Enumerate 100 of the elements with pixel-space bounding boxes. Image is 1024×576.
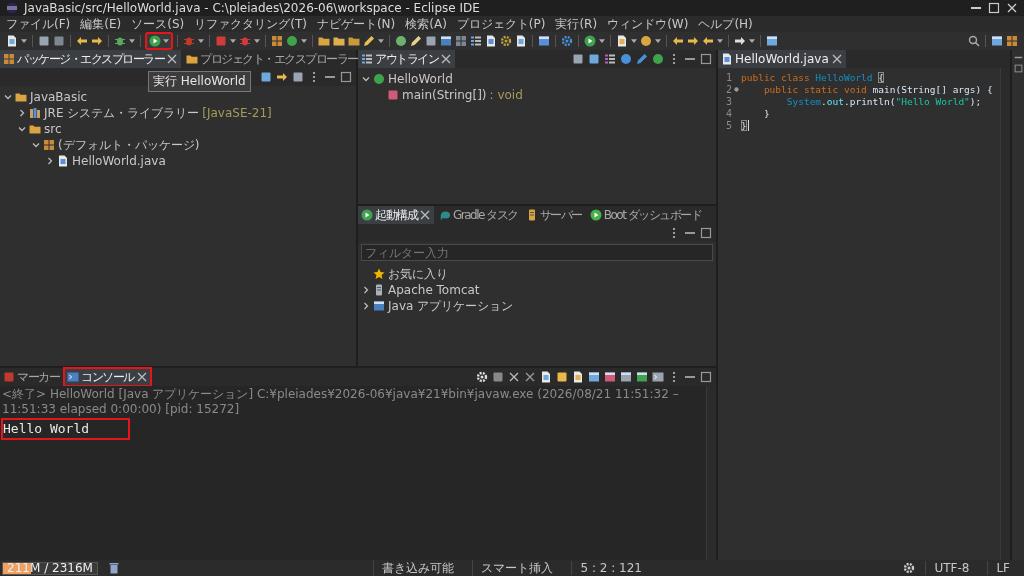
chevron-icon[interactable] — [362, 286, 370, 294]
maximize-icon[interactable] — [700, 371, 712, 383]
gear-icon[interactable] — [903, 562, 916, 574]
menu-item[interactable]: 検索(A) — [405, 15, 447, 33]
stop-icon[interactable] — [492, 371, 504, 383]
sort-icon[interactable] — [604, 53, 616, 65]
redo-arrow-icon[interactable] — [91, 35, 103, 47]
maximize-icon[interactable] — [340, 71, 352, 83]
undo-arrow-icon[interactable] — [76, 35, 88, 47]
dot-icon[interactable] — [652, 53, 664, 65]
menu-item[interactable]: 実行(R) — [555, 15, 598, 33]
caret-icon[interactable] — [378, 39, 384, 43]
gear-icon[interactable] — [561, 35, 573, 47]
forward-arrow-icon[interactable] — [734, 35, 746, 47]
tree-item[interactable]: JRE システム・ライブラリー — [44, 104, 200, 122]
tab[interactable]: アウトライン — [358, 50, 455, 68]
caret-icon[interactable] — [198, 39, 204, 43]
folder-icon[interactable] — [318, 35, 330, 47]
menu-item[interactable]: ウィンドウ(W) — [607, 15, 689, 33]
gear-icon[interactable] — [500, 35, 512, 47]
bug-icon[interactable] — [183, 35, 195, 47]
window-icon[interactable] — [766, 35, 778, 47]
tree-item[interactable]: src — [44, 122, 62, 136]
pencil-icon[interactable] — [410, 35, 422, 47]
back-arrow-icon[interactable] — [672, 35, 684, 47]
close-icon[interactable] — [166, 53, 178, 65]
caret-icon[interactable] — [749, 39, 755, 43]
caret-icon[interactable] — [599, 39, 605, 43]
menu-item[interactable]: ナビゲート(N) — [316, 15, 396, 33]
bug-icon[interactable] — [114, 35, 126, 47]
window-icon[interactable] — [538, 35, 550, 47]
tree-item[interactable]: JavaBasic — [30, 90, 88, 104]
file-icon[interactable] — [540, 371, 552, 383]
maximize-icon[interactable] — [700, 53, 712, 65]
perspective-icon[interactable] — [991, 35, 1003, 47]
tab[interactable]: Boot ダッシュボード — [586, 206, 705, 224]
chevron-icon[interactable] — [18, 125, 26, 133]
folder-icon[interactable] — [333, 35, 345, 47]
tree-item[interactable]: お気に入り — [388, 265, 448, 283]
class-icon[interactable] — [286, 35, 298, 47]
pencil-icon[interactable] — [363, 35, 375, 47]
back-arrow-icon[interactable] — [702, 35, 714, 47]
new-console-icon[interactable] — [636, 371, 648, 383]
menu-item[interactable]: ソース(S) — [131, 15, 185, 33]
tab[interactable]: Gradle タスク — [436, 206, 521, 224]
caret-icon[interactable] — [655, 39, 661, 43]
chevron-icon[interactable] — [18, 109, 26, 117]
stop-icon[interactable] — [215, 35, 227, 47]
tree-item[interactable]: HelloWorld.java — [72, 154, 166, 168]
menu-item[interactable]: ファイル(F) — [6, 15, 71, 33]
close-icon[interactable] — [419, 209, 431, 221]
package-icon[interactable] — [271, 35, 283, 47]
grid-icon[interactable] — [455, 35, 467, 47]
tab[interactable]: マーカー — [0, 368, 62, 386]
scrollbar[interactable] — [706, 386, 716, 560]
maximize-icon[interactable] — [988, 2, 1000, 14]
console-icon[interactable] — [652, 371, 664, 383]
caret-icon[interactable] — [129, 39, 135, 43]
tree-item[interactable]: (デフォルト・パッケージ) — [58, 136, 200, 154]
new-file-icon[interactable] — [6, 35, 18, 47]
chevron-icon[interactable] — [362, 75, 370, 83]
remove-all-icon[interactable] — [524, 371, 536, 383]
tab[interactable]: コンソール — [64, 368, 151, 386]
file-icon[interactable] — [485, 35, 497, 47]
play-icon[interactable] — [584, 35, 596, 47]
caret-icon[interactable] — [230, 39, 236, 43]
menu-item[interactable]: 編集(E) — [80, 15, 122, 33]
chevron-icon[interactable] — [32, 141, 40, 149]
run-button[interactable] — [146, 33, 172, 49]
tab[interactable]: プロジェクト・エクスプローラー — [183, 50, 361, 68]
caret-icon[interactable] — [254, 39, 260, 43]
file-icon[interactable] — [616, 35, 628, 47]
tree-item[interactable]: HelloWorld — [388, 72, 453, 86]
display-icon[interactable] — [620, 371, 632, 383]
search-icon[interactable] — [968, 35, 980, 47]
filter-field[interactable]: フィルター入力 — [361, 244, 713, 261]
caret-icon[interactable] — [301, 39, 307, 43]
close-icon[interactable] — [440, 53, 452, 65]
tree-item[interactable]: Apache Tomcat — [388, 283, 480, 297]
tree-item[interactable]: main(String[]) — [402, 88, 487, 102]
window-icon[interactable] — [440, 35, 452, 47]
tab[interactable]: サーバー — [522, 206, 585, 224]
close-icon[interactable] — [135, 371, 148, 383]
remove-icon[interactable] — [508, 371, 520, 383]
encoding[interactable]: UTF-8 — [925, 561, 978, 575]
menu-item[interactable]: ヘルプ(H) — [698, 15, 753, 33]
chevron-icon[interactable] — [46, 157, 54, 165]
caret-icon[interactable] — [717, 39, 723, 43]
close-icon[interactable] — [1006, 2, 1018, 14]
menu-item[interactable]: リファクタリング(T) — [194, 15, 307, 33]
tab[interactable]: 起動構成 — [358, 206, 434, 224]
forward-arrow-icon[interactable] — [687, 35, 699, 47]
list-icon[interactable] — [470, 35, 482, 47]
caret-icon[interactable] — [631, 39, 637, 43]
file-icon[interactable] — [515, 35, 527, 47]
maximize-icon[interactable] — [700, 227, 712, 239]
menu-item[interactable]: プロジェクト(P) — [456, 15, 546, 33]
tree-item[interactable]: Java アプリケーション — [388, 297, 514, 315]
bug-icon[interactable] — [239, 35, 251, 47]
chevron-icon[interactable] — [362, 302, 370, 310]
